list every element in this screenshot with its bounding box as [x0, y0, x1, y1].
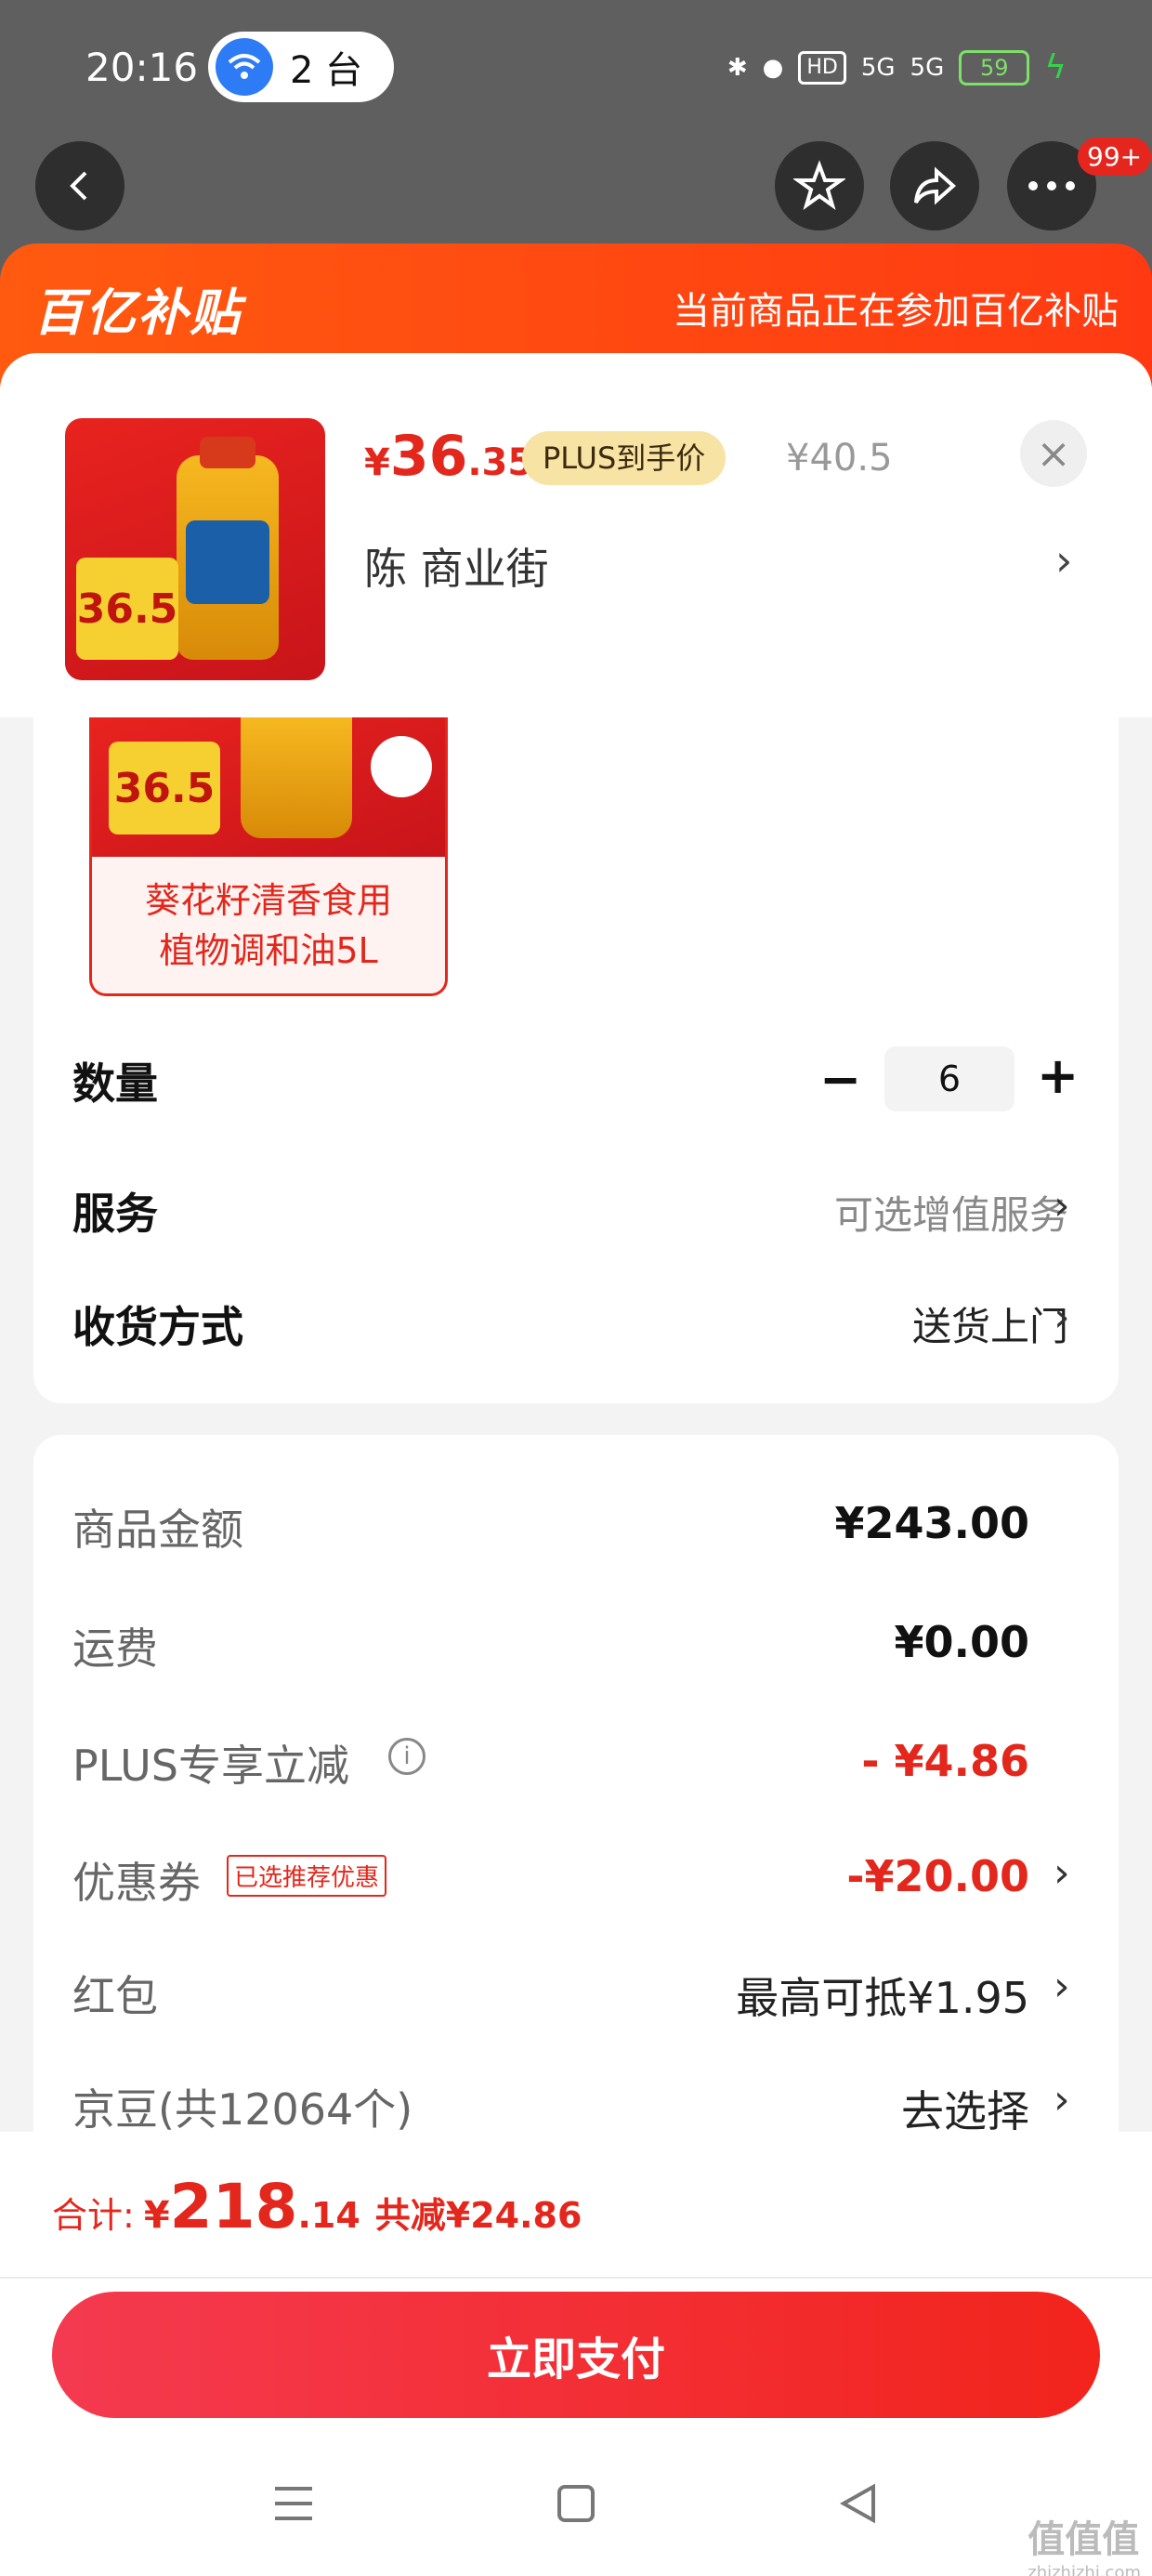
red-packet-label: 红包 [72, 1971, 158, 2021]
plus-discount-value: - ¥4.86 [861, 1736, 1029, 1786]
chevron-right-icon[interactable]: › [1054, 1182, 1070, 1229]
battery-icon: 59 [959, 49, 1030, 85]
wifi-icon [216, 38, 273, 96]
delivery-method-value[interactable]: 送货上门 [912, 1295, 1068, 1352]
total-savings: 共减¥24.86 [374, 2195, 583, 2236]
product-price: ¥36.35 [364, 424, 534, 489]
quantity-decrease-button[interactable]: − [819, 1050, 861, 1109]
quantity-increase-button[interactable]: + [1037, 1046, 1079, 1105]
shipping-label: 运费 [72, 1623, 158, 1674]
location-icon: ● [762, 53, 784, 82]
jingdou-label: 京豆(共12064个) [72, 2084, 413, 2135]
subsidy-notice: 当前商品正在参加百亿补贴 [673, 290, 1119, 333]
jingdou-value[interactable]: 去选择 [901, 2078, 1029, 2139]
system-icons: ✱ ● HD 5G 5G 59 ϟ [727, 48, 1067, 86]
spec-name: 葵花籽清香食用 植物调和油5L [144, 880, 392, 971]
service-value[interactable]: 可选增值服务 [834, 1184, 1068, 1241]
home-icon[interactable] [556, 2481, 596, 2535]
bottle-cap-graphic [200, 437, 255, 468]
chevron-left-icon [70, 171, 87, 201]
back-triangle-icon[interactable] [838, 2481, 879, 2535]
chevron-right-icon[interactable]: › [1055, 535, 1072, 585]
bluetooth-icon: ✱ [727, 53, 748, 82]
original-price: ¥40.5 [786, 437, 893, 480]
info-icon[interactable]: i [388, 1738, 425, 1775]
coupon-label: 优惠券 [72, 1858, 201, 1908]
spec-option-selected[interactable]: 36.5 葵花籽清香食用 植物调和油5L [89, 717, 448, 996]
bottle-label-graphic [186, 520, 269, 604]
back-button[interactable] [35, 141, 124, 230]
oil-bottle-graphic [241, 717, 352, 838]
thumb-price-tag: 36.5 [76, 558, 178, 660]
delivery-method-label: 收货方式 [72, 1302, 243, 1352]
device-count: 2 台 [290, 49, 363, 92]
notification-badge: 99+ [1078, 138, 1152, 176]
more-dots-icon [1028, 181, 1075, 191]
order-total: 合计: ¥ 218 .14 共减¥24.86 [52, 2171, 583, 2242]
quantity-input[interactable]: 6 [884, 1046, 1015, 1111]
service-label: 服务 [72, 1189, 158, 1239]
hd-icon: HD [798, 50, 846, 85]
plus-discount-label: PLUS专享立减 [72, 1741, 349, 1791]
shipping-value: ¥0.00 [894, 1617, 1029, 1667]
plus-price-tag: PLUS到手价 [522, 431, 727, 485]
chevron-right-icon[interactable]: › [1054, 1294, 1070, 1341]
status-bar: 20:16 2 台 ✱ ● HD 5G 5G 59 ϟ [0, 0, 1152, 139]
clock: 20:16 [85, 45, 199, 90]
subsidy-logo: 百亿补贴 [33, 283, 242, 342]
coupon-recommended-badge: 已选推荐优惠 [227, 1855, 387, 1897]
signal-5g-icon: 5G [860, 53, 896, 82]
signal-5g-icon-2: 5G [910, 53, 945, 82]
red-packet-value[interactable]: 最高可抵¥1.95 [736, 1965, 1029, 2026]
share-button[interactable] [890, 141, 979, 230]
charging-icon: ϟ [1044, 48, 1067, 86]
chevron-right-icon[interactable]: › [1054, 1849, 1070, 1897]
close-icon: × [1036, 429, 1071, 478]
delivery-address[interactable]: 陈 商业街 [364, 535, 549, 597]
quantity-label: 数量 [72, 1058, 158, 1109]
pay-now-button[interactable]: 立即支付 [52, 2292, 1100, 2418]
menu-icon[interactable] [271, 2481, 316, 2535]
goods-amount-value: ¥243.00 [834, 1498, 1029, 1548]
favorite-button[interactable] [775, 141, 864, 230]
device-pill[interactable]: 2 台 [208, 32, 394, 102]
goods-amount-label: 商品金额 [72, 1505, 243, 1555]
share-icon [914, 166, 957, 205]
chevron-right-icon[interactable]: › [1054, 2076, 1070, 2123]
spec-image: 36.5 [92, 717, 445, 857]
close-button[interactable]: × [1020, 420, 1087, 487]
product-thumbnail[interactable]: 36.5 [65, 418, 325, 680]
spec-price-tag: 36.5 [109, 742, 220, 835]
divider [0, 2277, 1152, 2279]
watermark: 值值值 zhizhizhi.com [1028, 2518, 1141, 2576]
star-icon [793, 160, 845, 210]
coupon-value[interactable]: -¥20.00 [846, 1851, 1029, 1901]
mascot-graphic [371, 736, 432, 797]
chevron-right-icon[interactable]: › [1054, 1963, 1070, 2010]
